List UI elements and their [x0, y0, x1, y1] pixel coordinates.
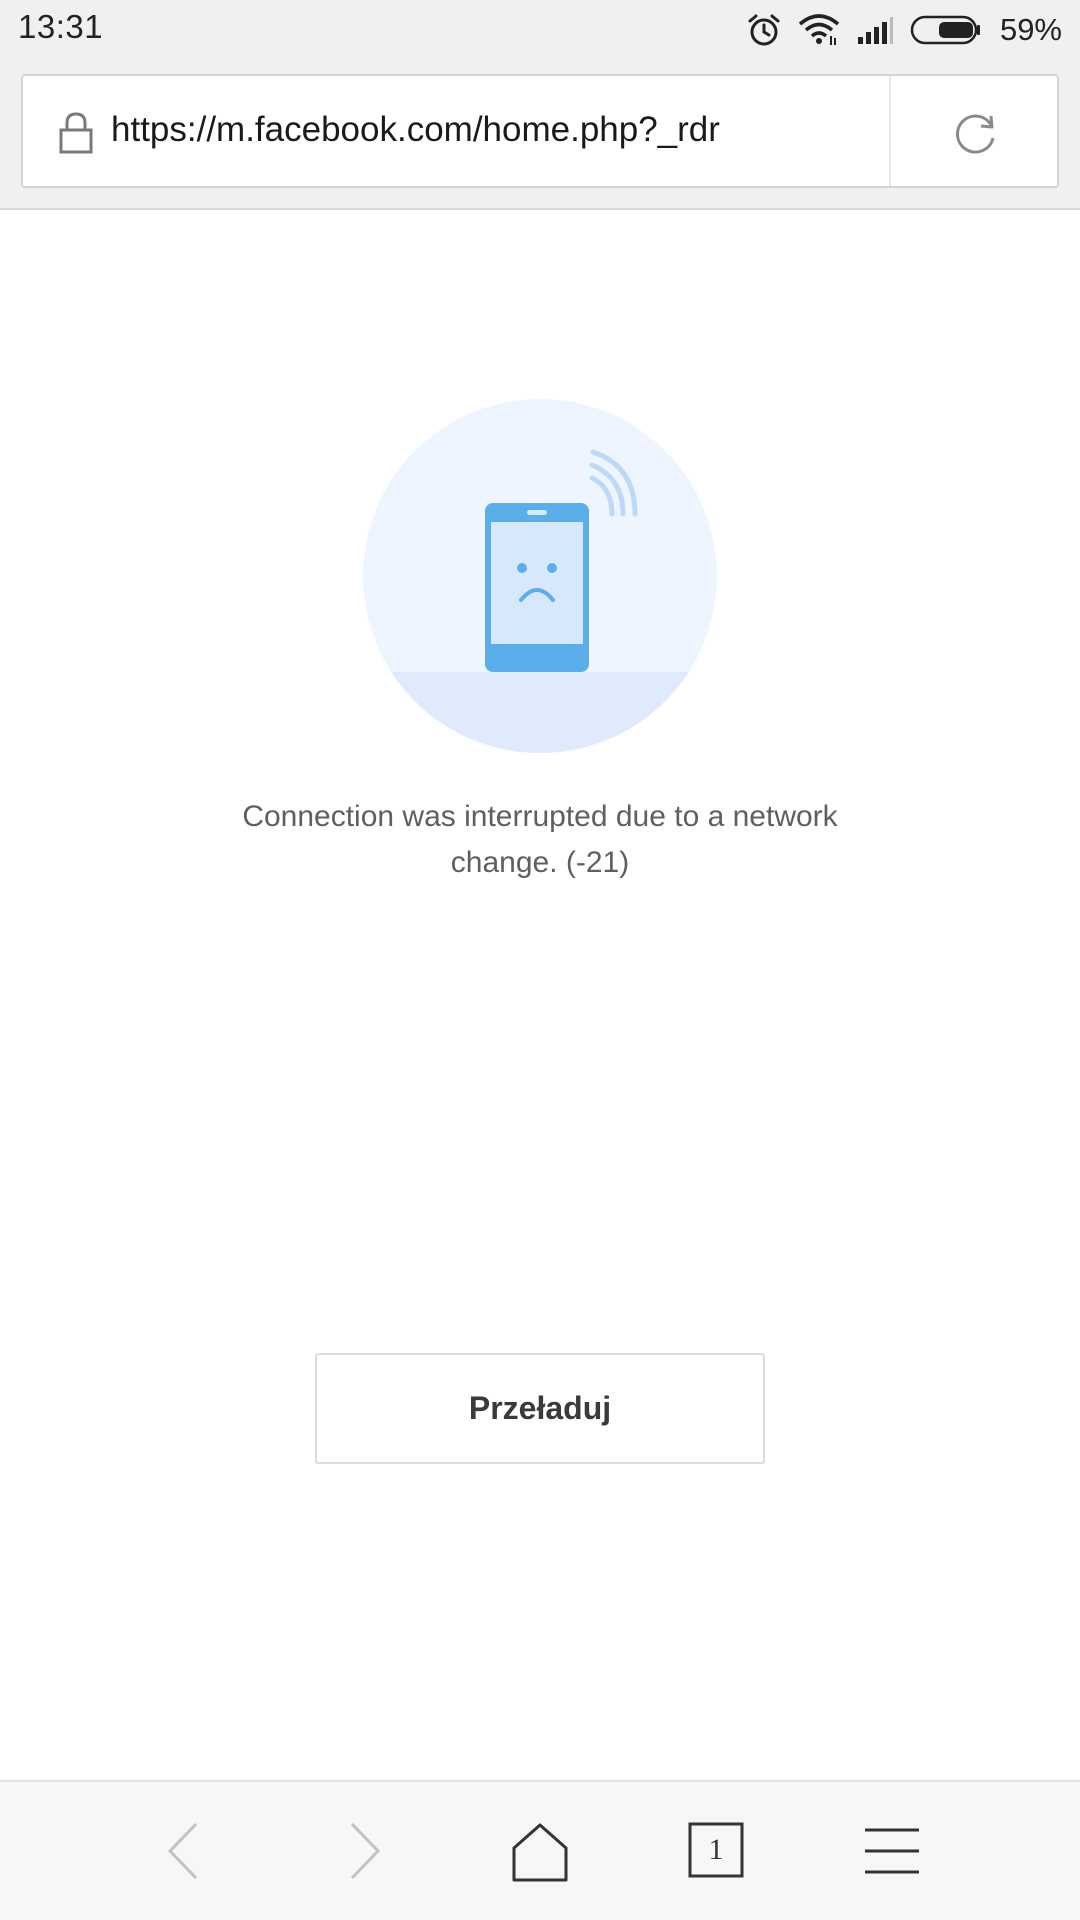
alarm-icon	[746, 12, 782, 48]
divider	[889, 76, 891, 186]
browser-page: 13:31 59% https://m.facebook.com/home.ph…	[0, 0, 1080, 1920]
reload-button[interactable]: Przeładuj	[315, 1353, 765, 1464]
tabs-button[interactable]: 1	[688, 1816, 768, 1886]
error-message: Connection was interrupted due to a netw…	[242, 800, 838, 879]
wifi-icon	[798, 14, 840, 46]
tabs-count: 1	[708, 1833, 724, 1866]
battery-percent: 59%	[999, 12, 1062, 47]
back-button[interactable]	[150, 1816, 230, 1886]
url-text[interactable]: https://m.facebook.com/home.php?_rdr	[111, 110, 720, 150]
refresh-icon[interactable]	[953, 110, 999, 161]
sad-phone-illustration	[360, 396, 720, 761]
tabs-icon: 1	[688, 1822, 744, 1878]
status-time: 13:31	[18, 8, 104, 45]
lock-icon	[59, 112, 93, 159]
bottom-nav: 1	[0, 1780, 1080, 1920]
forward-icon	[330, 1816, 410, 1886]
home-button[interactable]	[505, 1816, 585, 1886]
back-icon	[150, 1816, 230, 1886]
menu-button[interactable]	[862, 1816, 942, 1886]
signal-icon	[856, 15, 894, 45]
url-bar[interactable]: https://m.facebook.com/home.php?_rdr	[21, 74, 1059, 188]
status-icons: 59%	[746, 0, 1062, 60]
battery-icon	[910, 14, 982, 46]
browser-toolbar: https://m.facebook.com/home.php?_rdr	[0, 60, 1080, 210]
menu-icon	[862, 1816, 942, 1886]
forward-button[interactable]	[330, 1816, 410, 1886]
status-bar: 13:31 59%	[0, 0, 1080, 60]
home-icon	[505, 1816, 585, 1886]
